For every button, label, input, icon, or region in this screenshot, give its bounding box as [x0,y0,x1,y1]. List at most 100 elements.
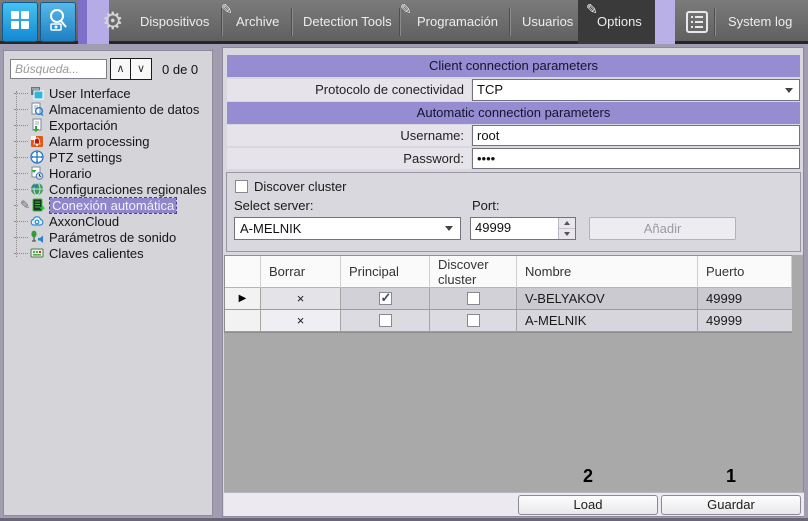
save-button[interactable]: Guardar [661,495,801,515]
top-toolbar: ⚙ Dispositivos ✎ Archive Detection Tools… [0,0,808,44]
row-selector-icon: ▶ [225,288,261,310]
sidebar-item-conexion-automatica[interactable]: ✎ Conexión automática [4,197,212,213]
delete-row-cell[interactable]: × [261,288,341,310]
globe-icon [30,182,44,196]
pencil-icon: ✎ [20,198,30,212]
server-table-area: Borrar Principal Discover cluster Nombre… [224,255,803,492]
connection-settings-panel: Client connection parameters Protocolo d… [222,47,804,517]
search-next-button[interactable]: ∨ [131,58,152,80]
pencil-icon: ✎ [221,1,233,18]
spin-up-button[interactable] [559,218,575,228]
cloud-icon [30,214,44,228]
search-camera-icon [46,7,70,38]
add-server-button[interactable]: Añadir [589,217,736,240]
sidebar-item-configuraciones-regionales[interactable]: Configuraciones regionales [4,181,212,197]
pencil-icon: ✎ [586,1,598,18]
discover-checkbox[interactable] [467,314,480,327]
sidebar-item-exportacion[interactable]: Exportación [4,117,212,133]
sidebar-item-parametros-de-sonido[interactable]: Parámetros de sonido [4,229,212,245]
table-row[interactable]: ▶ × V-BELYAKOV 49999 [225,288,791,310]
username-field[interactable] [472,125,800,146]
port-value: 49999 [471,218,558,239]
menu-usuarios[interactable]: Usuarios [522,14,573,29]
column-principal: Principal [341,256,430,288]
delete-row-cell[interactable]: × [261,310,341,332]
menu-detection-tools[interactable]: Detection Tools [303,14,392,29]
password-field[interactable] [472,148,800,169]
server-list-groupbox: Discover cluster Select server: Port: A-… [226,172,801,252]
sidebar-item-alarm-processing[interactable]: Alarm processing [4,133,212,149]
auto-connection-icon [31,198,45,212]
ptz-icon [30,150,44,164]
spin-down-button[interactable] [559,228,575,239]
client-connection-header: Client connection parameters [227,55,800,77]
table-header-row: Borrar Principal Discover cluster Nombre… [225,256,791,288]
protocol-label: Protocolo de conectividad [227,79,471,101]
menu-options-active-tab[interactable]: ✎ Options [578,0,655,44]
port-label: Port: [472,198,499,213]
column-puerto: Puerto [698,256,792,288]
server-select[interactable]: A-MELNIK [234,217,461,240]
automatic-connection-header: Automatic connection parameters [227,102,800,124]
alarm-icon [30,134,44,148]
pencil-icon: ✎ [400,1,412,18]
accent-stripe [78,0,87,44]
layout-grid-button[interactable] [2,2,38,42]
system-log-icon[interactable] [686,11,708,38]
column-borrar: Borrar [261,256,341,288]
username-label: Username: [227,125,471,146]
menu-separator [291,8,292,36]
select-server-label: Select server: [234,198,313,213]
sidebar-item-axxoncloud[interactable]: AxxonCloud [4,213,212,229]
column-nombre: Nombre [517,256,698,288]
dropdown-arrow-icon [785,88,793,93]
schedule-icon [30,166,44,180]
discover-cluster-label: Discover cluster [254,179,346,194]
export-icon [30,118,44,132]
menu-system-log[interactable]: System log [728,14,792,29]
menu-dispositivos[interactable]: Dispositivos [140,14,209,29]
sidebar-item-horario[interactable]: Horario [4,165,212,181]
column-discover-cluster: Discover cluster [430,256,517,288]
dropdown-arrow-icon [445,226,453,231]
load-button[interactable]: Load [518,495,658,515]
arrow-down-icon [564,232,570,236]
footer-bar: Load Guardar [224,492,804,516]
menu-archive[interactable]: Archive [236,14,279,29]
sidebar-item-almacenamiento[interactable]: Almacenamiento de datos [4,101,212,117]
password-label: Password: [227,148,471,169]
principal-checkbox[interactable] [379,314,392,327]
camera-search-button[interactable] [40,2,76,42]
user-interface-icon [30,86,44,100]
server-table: Borrar Principal Discover cluster Nombre… [224,255,792,333]
menu-options: Options [597,14,642,29]
accent-stripe [655,0,675,44]
menu-separator [509,8,510,36]
server-name-cell: V-BELYAKOV [517,288,698,310]
menu-programacion[interactable]: Programación [417,14,498,29]
sidebar-item-claves-calientes[interactable]: Claves calientes [4,245,212,261]
sidebar-item-user-interface[interactable]: User Interface [4,85,212,101]
gear-icon[interactable]: ⚙ [102,7,124,36]
server-port-cell: 49999 [698,288,792,310]
discover-checkbox[interactable] [467,292,480,305]
search-result-count: 0 de 0 [162,62,198,77]
search-input[interactable] [10,59,107,79]
server-port-cell: 49999 [698,310,792,332]
settings-sidebar: ∧ ∨ 0 de 0 User Interface Almacenamiento… [3,50,213,516]
discover-cluster-checkbox[interactable] [235,180,248,193]
hotkeys-icon [30,246,44,260]
sidebar-item-ptz-settings[interactable]: PTZ settings [4,149,212,165]
protocol-select[interactable]: TCP [472,79,800,101]
application-window: ⚙ Dispositivos ✎ Archive Detection Tools… [0,0,808,521]
server-name-cell: A-MELNIK [517,310,698,332]
port-spinner[interactable]: 49999 [470,217,576,240]
grid-icon [9,9,31,36]
table-row[interactable]: × A-MELNIK 49999 [225,310,791,332]
sound-icon [30,230,44,244]
arrow-up-icon [564,221,570,225]
search-prev-button[interactable]: ∧ [110,58,131,80]
settings-tree: User Interface Almacenamiento de datos E… [4,85,212,261]
save-annotation-number: 1 [726,466,736,487]
principal-checkbox[interactable] [379,292,392,305]
